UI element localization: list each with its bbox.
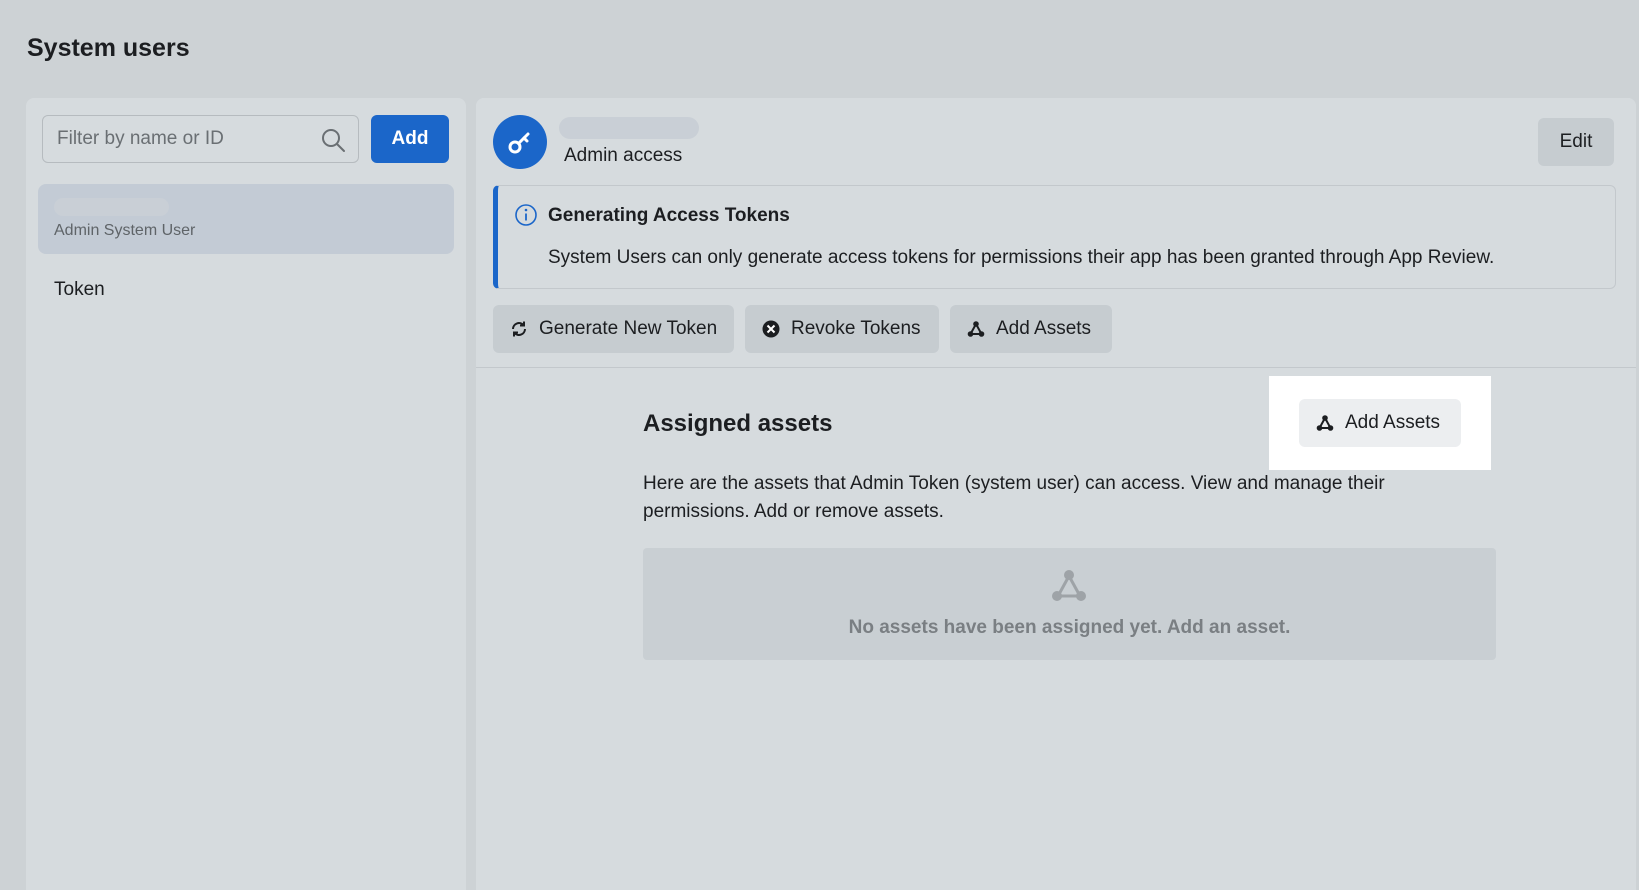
avatar xyxy=(493,115,547,169)
key-icon xyxy=(508,132,530,154)
assigned-add-assets-button[interactable]: Add Assets xyxy=(1299,399,1461,447)
revoke-label: Revoke Tokens xyxy=(791,318,921,339)
empty-state: No assets have been assigned yet. Add an… xyxy=(643,548,1496,660)
user-name-placeholder xyxy=(54,198,169,216)
edit-button[interactable]: Edit xyxy=(1538,118,1614,166)
add-button[interactable]: Add xyxy=(371,115,449,163)
add-assets-button[interactable]: Add Assets xyxy=(950,305,1112,353)
access-label: Admin access xyxy=(564,145,683,166)
generate-label: Generate New Token xyxy=(539,318,718,339)
sidebar: Add Admin System User Token xyxy=(26,98,466,890)
user-name-placeholder xyxy=(559,117,699,139)
sidebar-item-admin-system-user[interactable]: Admin System User xyxy=(38,184,454,254)
assets-icon xyxy=(1052,570,1086,601)
sidebar-item-token[interactable]: Token xyxy=(54,279,105,301)
empty-state-text: No assets have been assigned yet. Add an… xyxy=(848,617,1291,638)
add-assets-highlight: Add Assets xyxy=(1269,376,1491,470)
revoke-tokens-button[interactable]: Revoke Tokens xyxy=(745,305,939,353)
search-input[interactable] xyxy=(43,116,293,162)
page-title: System users xyxy=(27,34,190,62)
search-box[interactable] xyxy=(42,115,359,163)
assets-icon xyxy=(1316,415,1334,431)
generate-new-token-button[interactable]: Generate New Token xyxy=(493,305,734,353)
banner-text: System Users can only generate access to… xyxy=(548,247,1495,268)
user-role: Admin System User xyxy=(54,222,196,239)
search-icon[interactable] xyxy=(320,127,346,153)
detail-panel: Admin access Edit Generating Access Toke… xyxy=(476,98,1636,890)
assigned-assets-description: Here are the assets that Admin Token (sy… xyxy=(643,473,1385,522)
assigned-add-assets-label: Add Assets xyxy=(1345,412,1441,433)
info-icon xyxy=(515,204,537,226)
assigned-assets-title: Assigned assets xyxy=(643,410,833,437)
close-circle-icon xyxy=(762,320,780,338)
banner-title: Generating Access Tokens xyxy=(548,205,790,226)
detail-header: Admin access Edit Generating Access Toke… xyxy=(476,98,1636,368)
info-banner: Generating Access Tokens System Users ca… xyxy=(493,185,1616,289)
add-assets-label: Add Assets xyxy=(996,318,1092,339)
assets-icon xyxy=(967,321,985,337)
refresh-icon xyxy=(512,321,526,337)
